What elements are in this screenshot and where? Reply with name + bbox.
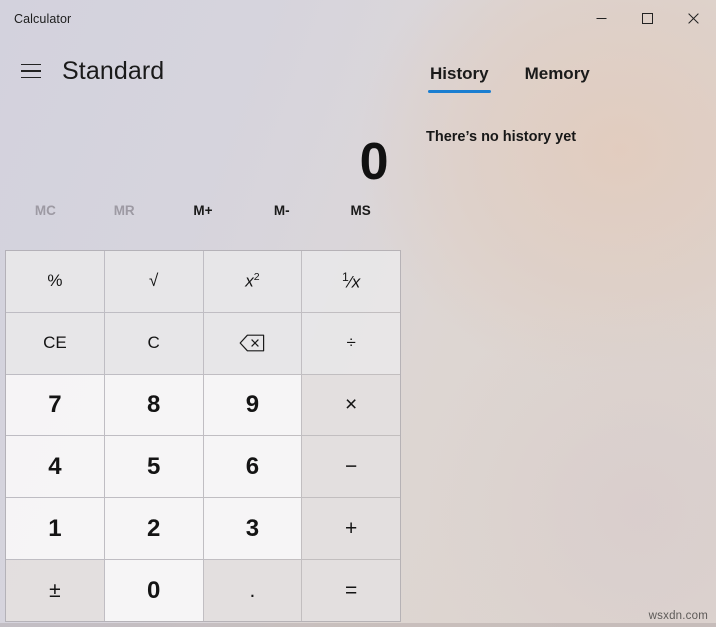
calculator-display: 0 [0, 94, 406, 190]
key-label: 7 [48, 391, 62, 419]
title-bar: Calculator [0, 0, 716, 40]
tab-history[interactable]: History [426, 62, 493, 93]
hamburger-menu-icon[interactable] [12, 54, 50, 88]
calculator-window: Calculator Standard 0 MC MR M+ M- MS % √… [0, 0, 716, 627]
key-add[interactable]: + [302, 498, 400, 560]
key-label: CE [43, 333, 67, 353]
watermark: wsxdn.com [648, 610, 708, 622]
key-digit-1[interactable]: 1 [6, 498, 104, 560]
keypad: % √ x2 1⁄x CE C ÷ 7 8 9 × 4 5 6 − 1 2 3 + ±0. = [5, 250, 401, 622]
key-digit-6[interactable]: 6 [203, 436, 302, 498]
mode-row: Standard [0, 48, 406, 94]
key-label: 4 [48, 452, 62, 480]
key-label: 8 [146, 391, 161, 419]
display-value: 0 [359, 133, 389, 191]
key-divide[interactable]: ÷ [302, 312, 400, 374]
key-label: . [249, 578, 256, 602]
maximize-icon [641, 12, 653, 24]
key-label: 1 [48, 514, 62, 542]
key-label: 1⁄x [342, 270, 361, 292]
tab-label: History [430, 64, 489, 83]
key-label: + [344, 516, 358, 540]
key-label: ± [49, 578, 61, 602]
side-panel-tabs: History Memory [406, 40, 716, 93]
key-digit-5[interactable]: 5 [104, 436, 203, 498]
key-label: = [344, 578, 358, 602]
key-square[interactable]: x2 [203, 251, 302, 312]
window-title: Calculator [14, 12, 72, 26]
key-label: C [147, 333, 160, 353]
tab-memory[interactable]: Memory [521, 62, 594, 93]
key-subtract[interactable]: − [302, 436, 400, 498]
memory-button-mminus[interactable]: M- [242, 193, 321, 227]
tab-active-underline [428, 90, 491, 93]
key-label: × [344, 393, 358, 417]
key-multiply[interactable]: × [302, 374, 400, 436]
maximize-button[interactable] [624, 0, 670, 36]
minimize-button[interactable] [578, 0, 624, 36]
key-label: 6 [245, 452, 260, 480]
key-backspace[interactable] [203, 312, 302, 374]
minimize-icon [596, 17, 606, 19]
key-decimal[interactable]: . [203, 560, 302, 621]
backspace-icon [239, 334, 265, 352]
key-label: 5 [146, 452, 161, 480]
close-button[interactable] [670, 0, 716, 36]
key-label: x2 [245, 271, 260, 291]
key-clear[interactable]: C [104, 312, 203, 374]
key-digit-3[interactable]: 3 [203, 498, 302, 560]
memory-button-mplus[interactable]: M+ [164, 193, 243, 227]
key-reciprocal[interactable]: 1⁄x [302, 251, 400, 312]
key-label: 2 [146, 514, 161, 542]
key-equals[interactable]: = [302, 560, 400, 621]
key-digit-8[interactable]: 8 [104, 374, 203, 436]
key-percent[interactable]: % [6, 251, 104, 312]
key-negate[interactable]: ± [6, 560, 104, 621]
key-label: 3 [245, 514, 260, 542]
key-clear-entry[interactable]: CE [6, 312, 104, 374]
memory-button-mc: MC [6, 193, 85, 227]
close-icon [687, 12, 699, 24]
memory-button-ms[interactable]: MS [321, 193, 400, 227]
key-digit-2[interactable]: 2 [104, 498, 203, 560]
history-empty-message: There’s no history yet [426, 129, 577, 145]
memory-button-mr: MR [85, 193, 164, 227]
key-label: % [47, 271, 63, 291]
key-square-root[interactable]: √ [104, 251, 203, 312]
memory-button-row: MC MR M+ M- MS [0, 190, 406, 230]
history-memory-pane: History Memory There’s no history yet [406, 40, 716, 627]
calculator-mode-label: Standard [62, 56, 165, 85]
key-label: 0 [146, 576, 161, 604]
window-bottom-edge [0, 623, 716, 627]
window-caption-buttons [578, 0, 716, 36]
tab-label: Memory [524, 64, 590, 83]
tab-active-underline [523, 90, 592, 93]
key-digit-4[interactable]: 4 [6, 436, 104, 498]
key-digit-7[interactable]: 7 [6, 374, 104, 436]
key-digit-0[interactable]: 0 [104, 560, 203, 621]
key-label: − [344, 454, 358, 478]
key-label: ÷ [346, 333, 356, 353]
key-label: 9 [245, 391, 260, 419]
key-label: √ [148, 271, 159, 291]
calculator-pane: Standard 0 MC MR M+ M- MS % √ x2 1⁄x CE C ÷ 7 8 9 × 4 5 6… [0, 40, 406, 627]
key-digit-9[interactable]: 9 [203, 374, 302, 436]
